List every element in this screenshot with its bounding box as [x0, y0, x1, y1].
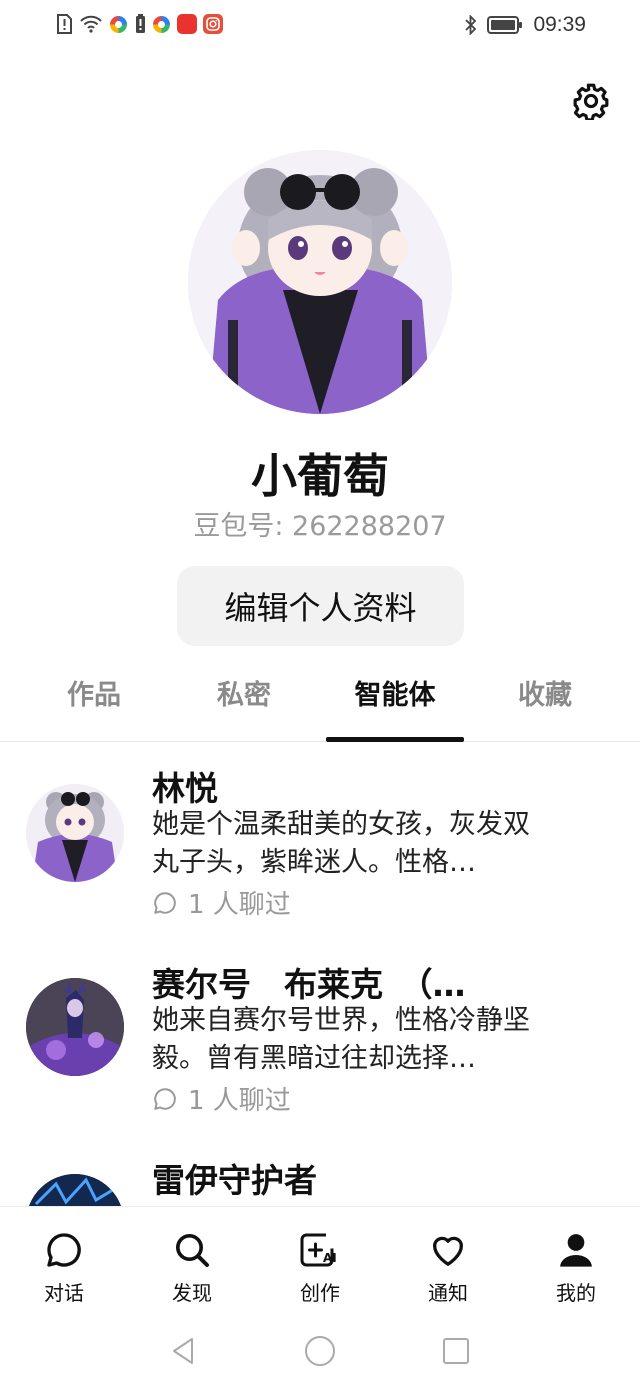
- agent-avatar: [26, 784, 124, 882]
- nav-label: 我的: [556, 1281, 596, 1305]
- agent-name: 赛尔号 布莱克 （…: [152, 965, 466, 1004]
- huawei-app-icon: [177, 14, 197, 34]
- settings-button[interactable]: [570, 80, 612, 122]
- system-navigation: [0, 1312, 640, 1387]
- chat-bubble-icon: [154, 891, 176, 914]
- back-icon[interactable]: [166, 1334, 200, 1368]
- agent-name: 林悦: [152, 769, 218, 808]
- recents-icon[interactable]: [439, 1334, 473, 1368]
- svg-text:AI: AI: [323, 1251, 337, 1265]
- tab-private[interactable]: 私密: [169, 668, 319, 740]
- status-bar: 09:39: [0, 0, 640, 52]
- nav-label: 通知: [428, 1281, 468, 1305]
- agent-chat-count: 1 人聊过: [152, 884, 291, 921]
- nav-create[interactable]: AI 创作: [256, 1207, 384, 1313]
- list-item[interactable]: 赛尔号 布莱克 （… 她来自赛尔号世界，性格冷静坚毅。曾有黑暗过往却选择… 1 …: [0, 940, 640, 1130]
- profile-tabs: 作品 私密 智能体 收藏: [0, 668, 640, 742]
- tab-favorites[interactable]: 收藏: [470, 668, 620, 740]
- nav-notifications[interactable]: 通知: [384, 1207, 512, 1313]
- list-item[interactable]: 雷伊守护者: [0, 1136, 640, 1206]
- status-right-icons: 09:39: [465, 13, 586, 37]
- nav-me[interactable]: 我的: [512, 1207, 640, 1313]
- chat-count-text: 1 人聊过: [188, 890, 291, 920]
- battery-alert-icon: [134, 14, 146, 34]
- instagram-icon: [203, 14, 223, 34]
- nav-discover[interactable]: 发现: [128, 1207, 256, 1313]
- search-icon: [171, 1229, 213, 1271]
- status-left-icons: [54, 14, 223, 34]
- bluetooth-icon: [465, 15, 477, 35]
- wifi-icon: [79, 14, 103, 34]
- status-time: 09:39: [533, 13, 586, 36]
- nav-label: 创作: [300, 1281, 340, 1305]
- sim-alert-icon: [54, 14, 73, 34]
- battery-icon: [487, 16, 523, 34]
- person-icon: [555, 1229, 597, 1271]
- chat-bubble-icon: [154, 1087, 176, 1110]
- agent-description: 她是个温柔甜美的女孩，灰发双丸子头，紫眸迷人。性格…: [152, 809, 530, 878]
- bottom-nav: 对话 发现 AI 创作 通知 我的: [0, 1206, 640, 1312]
- agent-chat-count: 1 人聊过: [152, 1080, 291, 1117]
- app-icon: [109, 14, 128, 34]
- tab-works[interactable]: 作品: [19, 668, 169, 740]
- chat-bubble-icon: [43, 1229, 85, 1271]
- edit-profile-button[interactable]: 编辑个人资料: [177, 566, 464, 646]
- chat-count-text: 1 人聊过: [188, 1086, 291, 1116]
- profile-id: 豆包号: 262288207: [193, 511, 447, 542]
- agent-list: 林悦 她是个温柔甜美的女孩，灰发双丸子头，紫眸迷人。性格… 1 人聊过 赛尔号 …: [0, 744, 640, 1206]
- agent-avatar: [26, 1174, 124, 1206]
- agent-avatar: [26, 978, 124, 1076]
- home-icon[interactable]: [303, 1334, 337, 1368]
- tab-agents[interactable]: 智能体: [320, 668, 470, 740]
- nav-label: 发现: [172, 1281, 212, 1305]
- nav-label: 对话: [44, 1281, 84, 1305]
- agent-description: 她来自赛尔号世界，性格冷静坚毅。曾有黑暗过往却选择…: [152, 1005, 530, 1074]
- agent-name: 雷伊守护者: [152, 1161, 317, 1200]
- heart-icon: [427, 1229, 469, 1271]
- profile-name: 小葡萄: [251, 449, 389, 503]
- nav-chat[interactable]: 对话: [0, 1207, 128, 1313]
- create-ai-icon: AI: [299, 1229, 341, 1271]
- profile-avatar[interactable]: [188, 150, 452, 414]
- list-item[interactable]: 林悦 她是个温柔甜美的女孩，灰发双丸子头，紫眸迷人。性格… 1 人聊过: [0, 744, 640, 934]
- gear-icon: [573, 83, 609, 120]
- app-icon: [152, 14, 171, 34]
- active-tab-indicator: [326, 737, 464, 742]
